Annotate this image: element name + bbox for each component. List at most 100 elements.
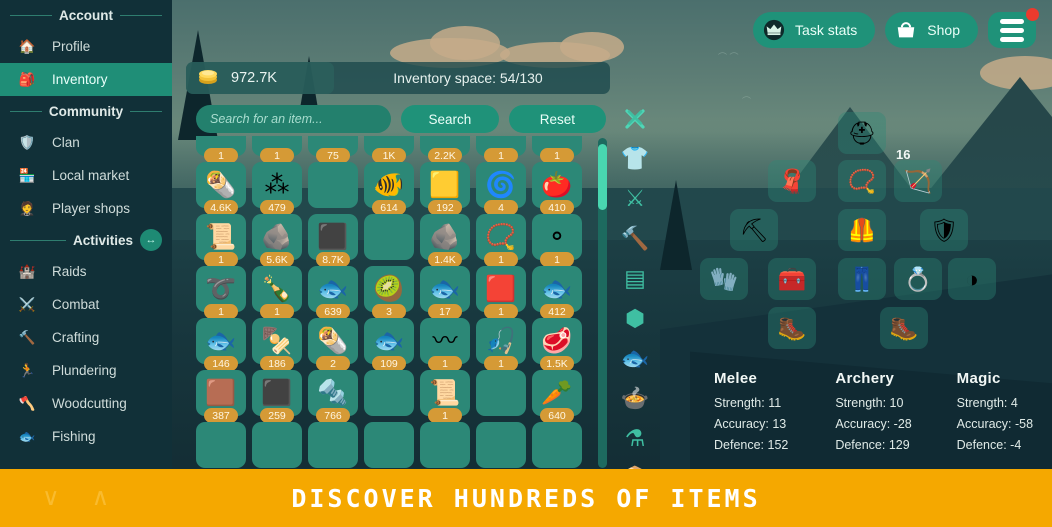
inventory-slot-empty[interactable] — [364, 214, 414, 260]
inventory-slot[interactable]: 🌀 4 — [476, 162, 526, 215]
weapon-slot[interactable]: ⛏ — [730, 209, 778, 251]
task-stats-button[interactable]: Task stats — [753, 12, 876, 48]
inventory-slot-empty[interactable] — [476, 422, 526, 468]
cooked-food-icon[interactable]: 🍲 — [617, 380, 653, 416]
reset-button[interactable]: Reset — [508, 105, 607, 133]
inventory-slot[interactable]: 🐠 614 — [364, 162, 414, 215]
expand-collapse-icon[interactable]: ↔ — [140, 229, 162, 251]
weapon-sword-icon[interactable]: ⚔ — [617, 180, 653, 216]
inventory-slot[interactable]: 🥝 3 — [364, 266, 414, 319]
secondary-boots-slot[interactable]: 🥾 — [880, 307, 928, 349]
tool-belt-slot[interactable]: 🧰 — [768, 258, 816, 300]
item-quantity-badge: 1 — [260, 148, 294, 163]
backpack-icon: 🎒 — [18, 71, 36, 87]
inventory-slot[interactable]: 🐟 639 — [308, 266, 358, 319]
inventory-slot[interactable]: 🟫 387 — [196, 370, 246, 423]
shop-button[interactable]: Shop — [885, 12, 978, 48]
inventory-slot-empty[interactable] — [364, 422, 414, 468]
inventory-slot-empty[interactable] — [476, 370, 526, 416]
chest-slot[interactable]: 🦺 — [838, 209, 886, 251]
boots-slot[interactable]: 🥾 — [768, 307, 816, 349]
item-quantity-badge: 186 — [260, 356, 294, 371]
inventory-slot[interactable]: 🐟 109 — [364, 318, 414, 371]
inventory-slot[interactable]: 🍢 186 — [252, 318, 302, 371]
close-filter-icon[interactable]: ✕ — [617, 100, 653, 136]
inventory-slot-empty[interactable] — [196, 422, 246, 468]
inventory-slot[interactable]: 🔩 766 — [308, 370, 358, 423]
inventory-slot[interactable]: 🪨 1.4K — [420, 214, 470, 267]
inventory-slot[interactable]: 🍅 410 — [532, 162, 582, 215]
search-input[interactable] — [196, 105, 392, 133]
inventory-slot[interactable]: 〰 1 — [420, 318, 470, 371]
silver-ring-icon: ⚬ — [546, 222, 568, 251]
legs-slot[interactable]: 👖 — [838, 258, 886, 300]
sidebar-item-local-market[interactable]: 🏪 Local market — [0, 159, 172, 192]
sidebar-item-clan[interactable]: 🛡️ Clan — [0, 126, 172, 159]
inventory-slot[interactable]: 🌯 4.6K — [196, 162, 246, 215]
inventory-slot[interactable]: 🐟 412 — [532, 266, 582, 319]
sidebar-item-woodcutting[interactable]: 🪓 Woodcutting — [0, 387, 172, 420]
search-button[interactable]: Search — [401, 105, 499, 133]
sidebar-item-crafting[interactable]: 🔨 Crafting — [0, 321, 172, 354]
gem-icon[interactable]: ⬢ — [617, 300, 653, 336]
inventory-slot[interactable]: 75 — [308, 136, 358, 163]
inventory-scrollbar[interactable] — [598, 138, 607, 468]
inventory-slot-empty[interactable] — [308, 162, 358, 208]
armor-shirt-icon[interactable]: 👕 — [617, 140, 653, 176]
ammo-slot[interactable]: 🏹 16 — [894, 147, 942, 202]
sidebar-item-inventory[interactable]: 🎒 Inventory — [0, 63, 172, 96]
hamburger-menu-icon[interactable] — [988, 8, 1039, 48]
inventory-slot-empty[interactable] — [364, 370, 414, 416]
potion-flask-icon[interactable]: ⚗ — [617, 420, 653, 456]
inventory-slot[interactable]: ⬛ 259 — [252, 370, 302, 423]
inventory-slot-empty[interactable] — [420, 422, 470, 468]
inventory-slot[interactable]: 🥩 1.5K — [532, 318, 582, 371]
inventory-slot[interactable]: 🐟 146 — [196, 318, 246, 371]
sidebar-item-raids[interactable]: 🏰 Raids — [0, 255, 172, 288]
inventory-slot[interactable]: 1 — [476, 136, 526, 163]
inventory-slot[interactable]: 🎣 1 — [476, 318, 526, 371]
inventory-slot[interactable]: ➰ 1 — [196, 266, 246, 319]
sidebar-item-combat[interactable]: ⚔️ Combat — [0, 288, 172, 321]
inventory-slot-empty[interactable] — [308, 422, 358, 468]
ring-slot[interactable]: 💍 — [894, 258, 942, 300]
bracelet-slot[interactable]: ◑ — [948, 258, 996, 300]
stat-strength: Strength: 10 — [835, 396, 904, 410]
gloves-slot[interactable]: 🧤 — [700, 258, 748, 300]
inventory-slot[interactable]: 🪨 5.6K — [252, 214, 302, 267]
sidebar-item-profile[interactable]: 🏠 Profile — [0, 30, 172, 63]
sidebar-item-fishing[interactable]: 🐟 Fishing — [0, 420, 172, 453]
helmet-slot[interactable]: ⛑ — [838, 112, 886, 154]
inventory-slot[interactable]: 🍾 1 — [252, 266, 302, 319]
inventory-slot[interactable]: ⚬ 1 — [532, 214, 582, 267]
inventory-slot[interactable]: 1 — [196, 136, 246, 163]
inventory-slot[interactable]: 1 — [252, 136, 302, 163]
inventory-slot[interactable]: 2.2K — [420, 136, 470, 163]
necklace-slot[interactable]: 📿 — [838, 160, 886, 202]
sidebar-item-player-shops[interactable]: 🤵 Player shops — [0, 192, 172, 225]
shield-slot[interactable]: 🛡 — [920, 209, 968, 251]
tool-hammer-icon[interactable]: 🔨 — [617, 220, 653, 256]
inventory-slot-empty[interactable] — [252, 422, 302, 468]
inventory-slot[interactable]: ⬛ 8.7K — [308, 214, 358, 267]
inventory-slot[interactable]: 📜 1 — [196, 214, 246, 267]
inventory-grid-panel[interactable]: 1 1 75 1K 2.2K 1 1 🌯 4.6K ⁂ 479 🐠 614 🟨 192 🌀 4 🍅 410 📜 1 🪨 5.… — [196, 136, 592, 470]
inventory-slot[interactable]: 🟥 1 — [476, 266, 526, 319]
inventory-slot[interactable]: 📿 1 — [476, 214, 526, 267]
inventory-slot[interactable]: 1 — [532, 136, 582, 163]
cape-slot[interactable]: 🧣 — [768, 160, 816, 202]
inventory-slot[interactable]: 🌯 2 — [308, 318, 358, 371]
tree — [660, 180, 692, 270]
inventory-slot[interactable]: 📜 1 — [420, 370, 470, 423]
ingot-bar-icon[interactable]: ▤ — [617, 260, 653, 296]
inventory-slot[interactable]: ⁂ 479 — [252, 162, 302, 215]
fish-icon[interactable]: 🐟 — [617, 340, 653, 376]
inventory-slot[interactable]: 🟨 192 — [420, 162, 470, 215]
sidebar-item-plundering[interactable]: 🏃 Plundering — [0, 354, 172, 387]
inventory-slot[interactable]: 1K — [364, 136, 414, 163]
inventory-slot-empty[interactable] — [532, 422, 582, 468]
inventory-slot[interactable]: 🥕 640 — [532, 370, 582, 423]
scrollbar-thumb[interactable] — [598, 144, 607, 210]
item-quantity-badge: 4 — [484, 200, 518, 215]
inventory-slot[interactable]: 🐟 17 — [420, 266, 470, 319]
